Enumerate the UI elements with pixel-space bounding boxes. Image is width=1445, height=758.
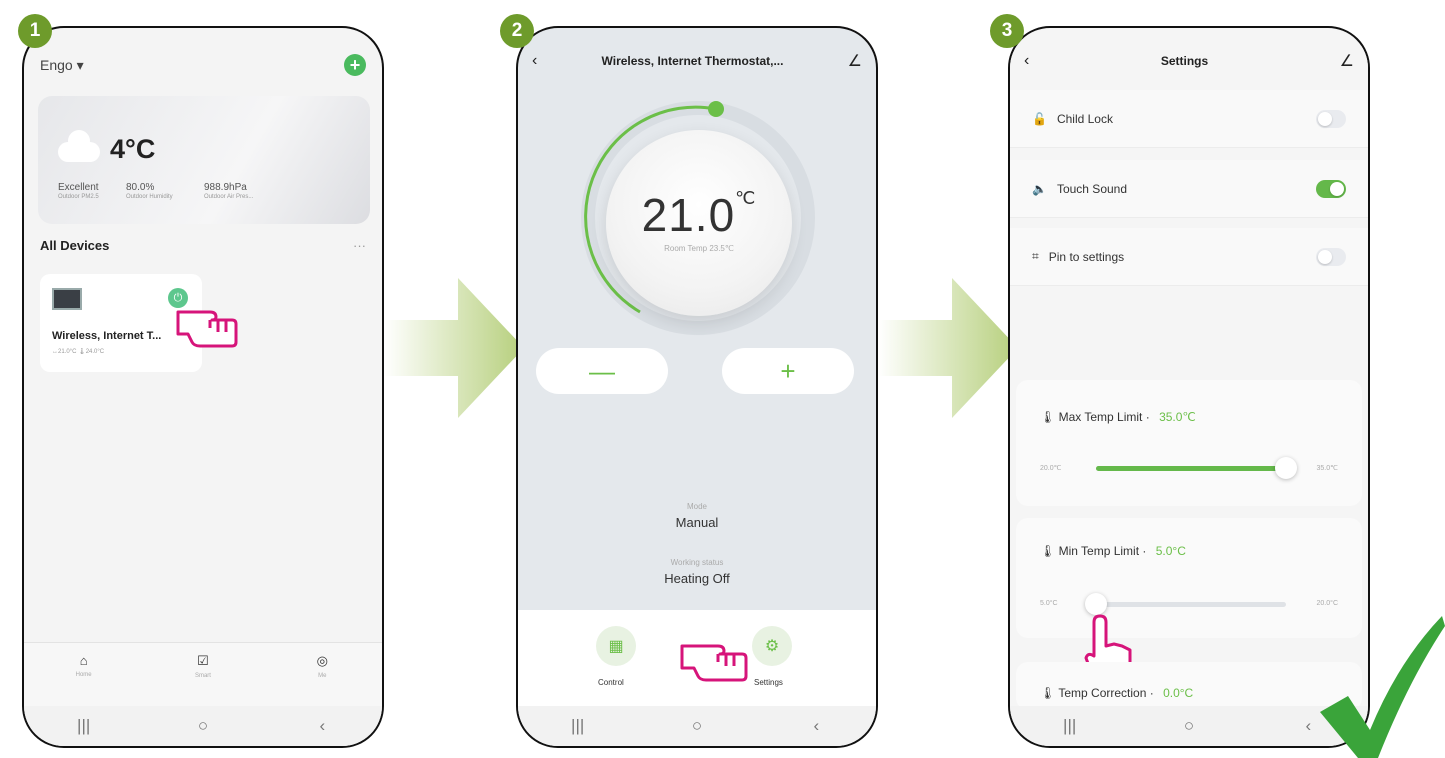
max-slider-min: 20.0℃ bbox=[1040, 465, 1062, 472]
devices-section-header: All Devices ··· bbox=[40, 238, 366, 253]
settings-header: ‹ Settings ∠ bbox=[1010, 46, 1368, 76]
device-title: Wireless, Internet Thermostat,... bbox=[601, 54, 784, 68]
humidity-stat: 80.0% Outdoor Humidity bbox=[126, 182, 173, 200]
pointing-hand-icon bbox=[176, 310, 238, 348]
thermostat-header: ‹ Wireless, Internet Thermostat,... ∠ bbox=[518, 46, 876, 76]
system-navigation: ||| ○ ‹ bbox=[1010, 706, 1368, 746]
min-slider-min: 5.0°C bbox=[1040, 600, 1058, 607]
slider-knob bbox=[1275, 457, 1297, 479]
edit-icon[interactable]: ∠ bbox=[1340, 51, 1354, 71]
phone-screen-home: Engo ▾ + 4°C Excellent Outdoor PM2.5 80.… bbox=[22, 26, 384, 748]
recent-apps-button[interactable]: ||| bbox=[558, 716, 598, 736]
decrease-temp-button[interactable]: — bbox=[536, 348, 668, 394]
recent-apps-button[interactable]: ||| bbox=[1050, 716, 1090, 736]
step-badge-1: 1 bbox=[18, 14, 52, 48]
pointing-hand-icon bbox=[680, 644, 748, 682]
setpoint-value: 21.0℃ bbox=[641, 188, 757, 241]
back-button[interactable]: ‹ bbox=[302, 716, 342, 736]
back-button[interactable]: ‹ bbox=[796, 716, 836, 736]
room-temperature: Room Temp 23.5℃ bbox=[664, 244, 734, 253]
air-quality-stat: Excellent Outdoor PM2.5 bbox=[58, 182, 99, 200]
add-device-button[interactable]: + bbox=[344, 54, 366, 76]
thermometer-icon: 🌡 bbox=[1040, 544, 1056, 558]
pin-to-settings-row[interactable]: ⌗ Pin to settings bbox=[1010, 228, 1368, 286]
edit-icon[interactable]: ∠ bbox=[848, 51, 862, 71]
setpoint-display: 21.0℃ Room Temp 23.5℃ bbox=[606, 130, 792, 316]
child-lock-toggle[interactable] bbox=[1316, 109, 1346, 128]
system-navigation: ||| ○ ‹ bbox=[518, 706, 876, 746]
control-icon[interactable]: ▦ bbox=[596, 626, 636, 666]
section-title: All Devices bbox=[40, 238, 110, 253]
working-status-info: Working status Heating Off bbox=[664, 558, 730, 586]
speaker-icon: 🔈 bbox=[1032, 181, 1047, 196]
dial-handle bbox=[708, 101, 724, 117]
thermometer-icon: 🌡 bbox=[1040, 410, 1056, 424]
bottom-actions: ▦ Control ⚙ Settings bbox=[518, 610, 876, 706]
home-button[interactable]: ○ bbox=[677, 716, 717, 736]
system-navigation: ||| ○ ‹ bbox=[24, 706, 382, 746]
touch-sound-row[interactable]: 🔈 Touch Sound bbox=[1010, 160, 1368, 218]
me-icon: ◎ bbox=[316, 653, 328, 668]
thermometer-icon: 🌡 bbox=[1040, 686, 1056, 700]
more-icon[interactable]: ··· bbox=[353, 238, 366, 253]
smart-icon: ☑ bbox=[197, 653, 209, 668]
checkmark-icon bbox=[1320, 616, 1445, 758]
mode-info: Mode Manual bbox=[675, 502, 719, 530]
child-lock-row[interactable]: 🔓 Child Lock bbox=[1010, 90, 1368, 148]
min-temp-slider[interactable] bbox=[1085, 593, 1286, 615]
phone-screen-thermostat: ‹ Wireless, Internet Thermostat,... ∠ 21… bbox=[516, 26, 878, 748]
thermostat-thumbnail bbox=[52, 288, 82, 310]
increase-temp-button[interactable]: + bbox=[722, 348, 854, 394]
pressure-stat: 988.9hPa Outdoor Air Pres... bbox=[204, 182, 254, 200]
back-icon[interactable]: ‹ bbox=[532, 52, 537, 70]
back-icon[interactable]: ‹ bbox=[1024, 52, 1029, 70]
pin-icon: ⌗ bbox=[1032, 249, 1039, 263]
temp-correction-label: 🌡 Temp Correction · 0.0°C bbox=[1040, 686, 1194, 700]
tab-smart[interactable]: ☑ Smart bbox=[173, 653, 233, 706]
min-slider-max: 20.0°C bbox=[1316, 600, 1338, 607]
step-arrow-icon bbox=[878, 278, 1018, 418]
settings-label[interactable]: Settings bbox=[754, 678, 783, 687]
tab-home[interactable]: ⌂ Home bbox=[54, 653, 114, 706]
device-name: Wireless, Internet T... bbox=[52, 330, 162, 342]
control-label[interactable]: Control bbox=[598, 678, 624, 687]
tab-me[interactable]: ◎ Me bbox=[292, 653, 352, 706]
max-temp-slider[interactable] bbox=[1096, 457, 1297, 479]
cloud-icon bbox=[58, 130, 100, 162]
settings-icon[interactable]: ⚙ bbox=[752, 626, 792, 666]
step-badge-3: 3 bbox=[990, 14, 1024, 48]
outdoor-temperature: 4°C bbox=[110, 134, 156, 164]
min-temp-limit-label: 🌡 Min Temp Limit · 5.0°C bbox=[1040, 544, 1186, 558]
pin-to-settings-toggle[interactable] bbox=[1316, 247, 1346, 266]
home-header: Engo ▾ + bbox=[40, 54, 366, 76]
lock-icon: 🔓 bbox=[1032, 111, 1047, 126]
settings-title: Settings bbox=[1160, 54, 1209, 68]
max-temp-limit-label: 🌡 Max Temp Limit · 35.0℃ bbox=[1040, 410, 1196, 424]
max-slider-max: 35.0℃ bbox=[1316, 465, 1339, 472]
home-icon: ⌂ bbox=[79, 653, 88, 668]
phone-screen-settings: ‹ Settings ∠ 🔓 Child Lock 🔈 Touch Sound ⌗ P… bbox=[1008, 26, 1370, 748]
step-arrow-icon bbox=[384, 278, 524, 418]
max-temp-limit-card: 🌡 Max Temp Limit · 35.0℃ 20.0℃ 35.0℃ bbox=[1016, 380, 1362, 506]
touch-sound-toggle[interactable] bbox=[1316, 179, 1346, 198]
device-status: ↔21.0°C 🌡24.0°C bbox=[52, 349, 105, 355]
home-selector[interactable]: Engo ▾ bbox=[40, 57, 84, 74]
weather-card: 4°C Excellent Outdoor PM2.5 80.0% Outdoo… bbox=[38, 96, 370, 224]
recent-apps-button[interactable]: ||| bbox=[64, 716, 104, 736]
step-badge-2: 2 bbox=[500, 14, 534, 48]
home-button[interactable]: ○ bbox=[183, 716, 223, 736]
tab-bar: ⌂ Home ☑ Smart ◎ Me bbox=[24, 642, 382, 706]
temp-correction-row[interactable]: 🌡 Temp Correction · 0.0°C bbox=[1016, 662, 1362, 710]
home-button[interactable]: ○ bbox=[1169, 716, 1209, 736]
min-temp-limit-card: 🌡 Min Temp Limit · 5.0°C 5.0°C 20.0°C bbox=[1016, 518, 1362, 684]
